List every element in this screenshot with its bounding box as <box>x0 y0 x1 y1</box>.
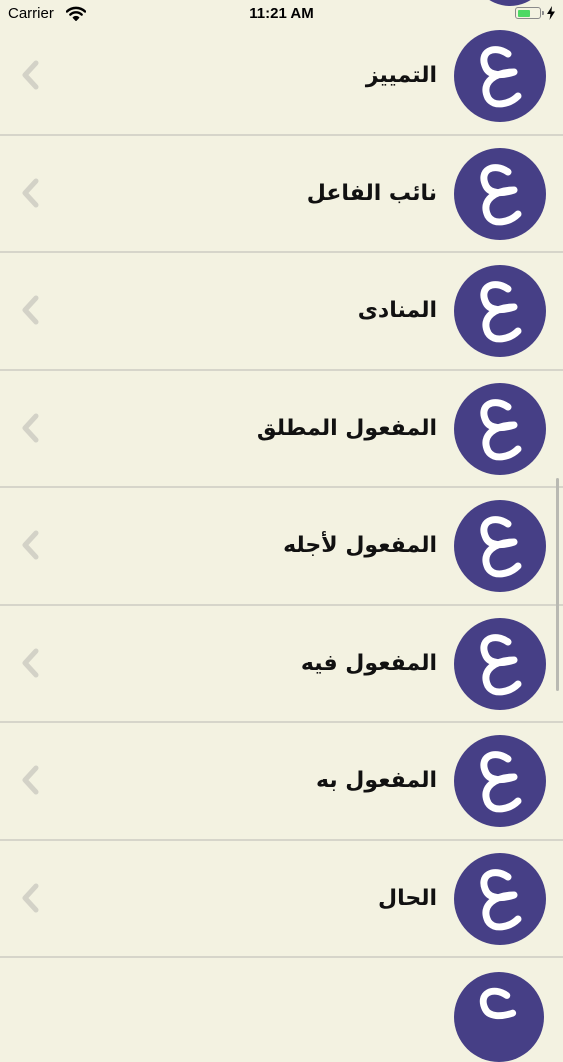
next-item-avatar-peek <box>454 972 544 1062</box>
battery-icon <box>515 7 544 19</box>
battery-tip <box>541 11 544 15</box>
arabic-letter-ain-icon <box>480 868 522 930</box>
list-item-4[interactable]: المفعول لأجله <box>0 488 563 606</box>
chevron-left-icon <box>20 883 42 917</box>
chevron-left-icon <box>20 178 42 212</box>
chevron-left-icon <box>20 648 42 682</box>
arabic-letter-ain-icon <box>480 516 522 578</box>
list-item-5[interactable]: المفعول فيه <box>0 605 563 723</box>
topic-avatar <box>454 735 546 827</box>
arabic-letter-ain-icon <box>480 398 522 460</box>
list-item-label: التمييز <box>365 63 437 88</box>
list-item-0[interactable]: التمييز <box>0 18 563 136</box>
list-item-3[interactable]: المفعول المطلق <box>0 370 563 488</box>
clock: 11:21 AM <box>249 5 314 22</box>
chevron-left-icon <box>20 60 42 94</box>
battery-level-fill <box>517 9 530 17</box>
topic-avatar <box>454 500 546 592</box>
list-item-label: المنادى <box>357 298 437 323</box>
chevron-left-icon <box>20 413 42 447</box>
chevron-left-icon <box>20 765 42 799</box>
topic-avatar <box>454 617 546 710</box>
topic-avatar <box>454 147 546 240</box>
arabic-letter-ain-icon <box>480 163 522 225</box>
charging-bolt-icon <box>547 6 555 25</box>
topic-avatar <box>454 265 546 357</box>
arabic-letter-ain-icon <box>480 46 522 108</box>
list-item-label: الحال <box>377 885 437 911</box>
vertical-scroll-indicator[interactable] <box>556 478 559 691</box>
arabic-letter-ain-icon <box>480 751 522 813</box>
topic-avatar <box>454 30 546 122</box>
list-item-1[interactable]: نائب الفاعل <box>0 135 563 253</box>
chevron-left-icon <box>20 530 42 564</box>
status-bar: Carrier 11:21 AM <box>0 0 563 30</box>
list-item-label: المفعول المطلق <box>256 415 437 441</box>
list-item-label: المفعول به <box>316 768 437 793</box>
topic-avatar <box>454 382 546 475</box>
list-item-6[interactable]: المفعول به <box>0 723 563 841</box>
grammar-topic-list: التمييز نائب الفاعل المنادى المفعول المط… <box>0 18 563 958</box>
arabic-letter-ain-icon <box>480 633 522 695</box>
list-item-label: المفعول لأجله <box>283 533 437 558</box>
list-item-label: المفعول فيه <box>300 650 437 676</box>
list-item-label: نائب الفاعل <box>306 180 437 206</box>
arabic-letter-ain-icon <box>480 281 522 343</box>
list-item-7[interactable]: الحال <box>0 840 563 958</box>
list-item-2[interactable]: المنادى <box>0 253 563 371</box>
chevron-left-icon <box>20 295 42 329</box>
arabic-letter-ain-icon <box>479 987 517 1020</box>
topic-avatar <box>454 852 546 945</box>
